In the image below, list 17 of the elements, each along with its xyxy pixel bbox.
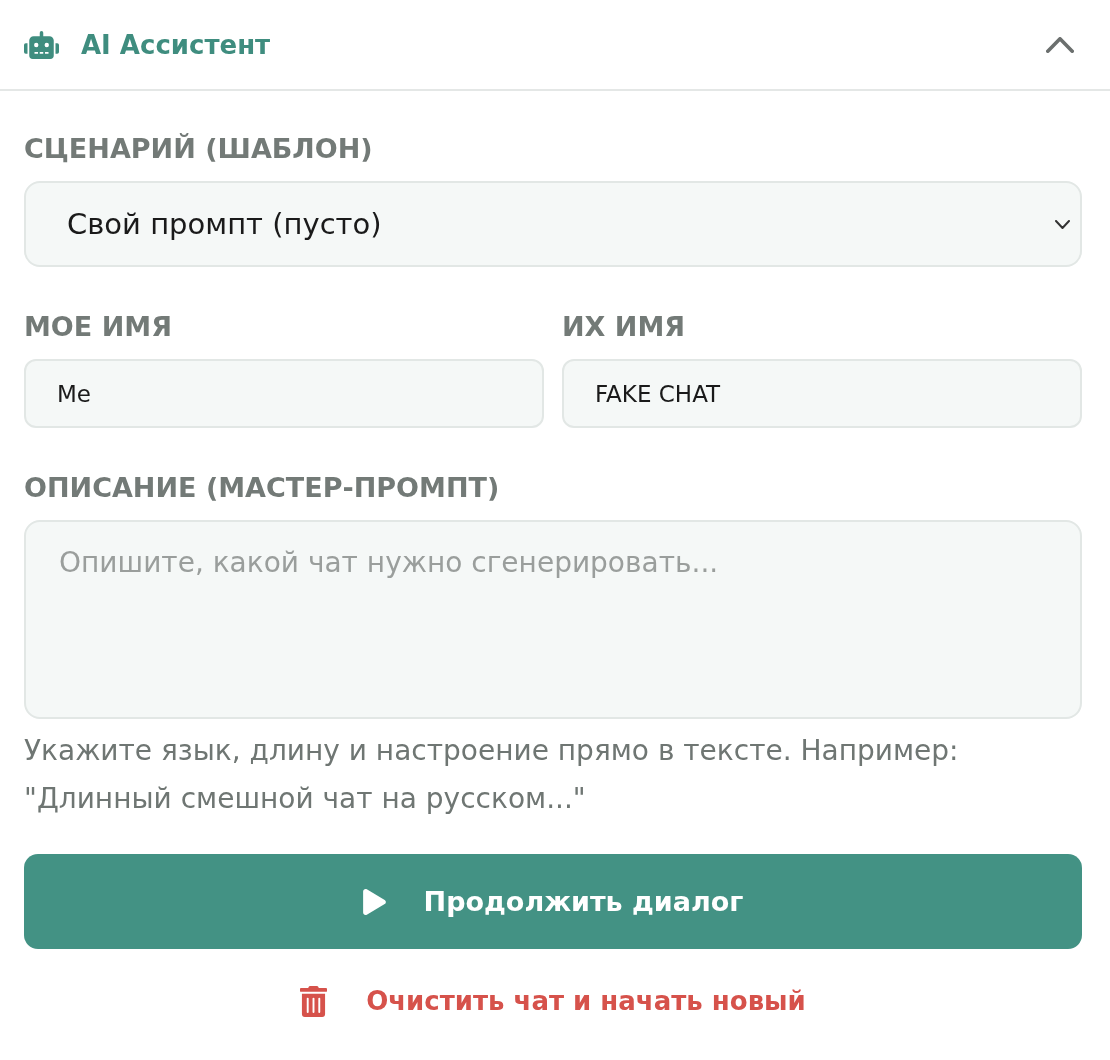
scenario-select[interactable]: Свой промпт (пусто) [24, 181, 1082, 267]
robot-icon [24, 30, 59, 59]
field-label: ИХ ИМЯ [562, 311, 687, 343]
name-input[interactable]: Me [24, 359, 544, 428]
field-label: ОПИСАНИЕ (МАСТЕР-ПРОМПТ) [24, 472, 501, 504]
field-label: МОЕ ИМЯ [24, 311, 173, 343]
continue-dialog-button[interactable]: Продолжить диалог [24, 854, 1082, 949]
play-icon [362, 888, 386, 915]
name-input[interactable]: FAKE CHAT [562, 359, 1082, 428]
chevron-down-icon [1055, 219, 1070, 229]
description-textarea[interactable]: Опишите, какой чат нужно сгенерировать... [24, 520, 1082, 719]
hint-text: Укажите язык, длину и настроение прямо в тексте. Например: "Длинный смешной чат на русском..." [24, 733, 960, 817]
field-label: СЦЕНАРИЙ (ШАБЛОН) [24, 133, 374, 165]
chevron-up-icon[interactable] [1046, 36, 1074, 53]
trash-icon [300, 985, 328, 1017]
panel-title: AI Ассистент [81, 29, 271, 60]
clear-chat-button[interactable]: Очистить чат и начать новый [300, 981, 806, 1021]
